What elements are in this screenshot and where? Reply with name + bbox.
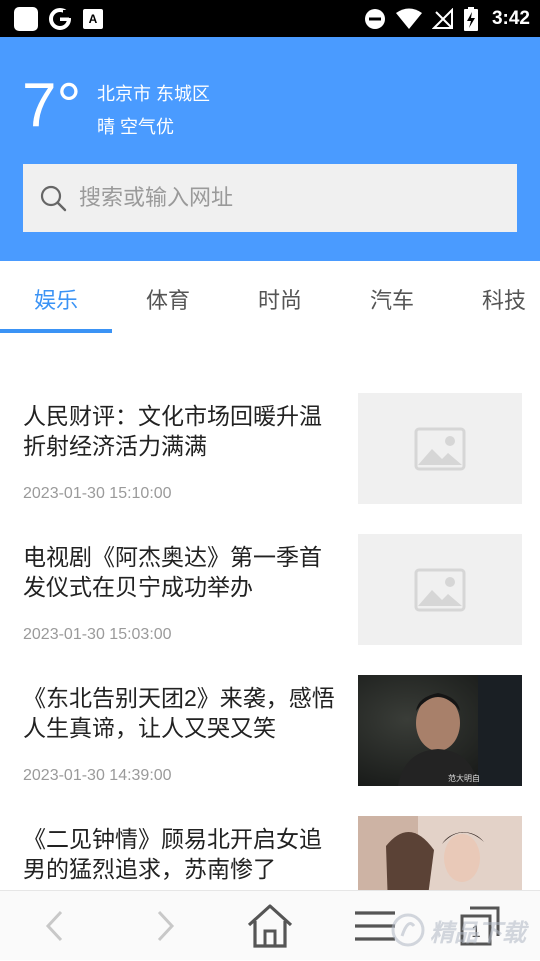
- keyboard-a-icon: A: [82, 8, 104, 30]
- status-time: 3:42: [491, 7, 530, 29]
- news-title: 电视剧《阿杰奥达》第一季首发仪式在贝宁成功举办: [23, 544, 322, 600]
- status-bar: A 3:42: [0, 0, 540, 37]
- news-title: 人民财评：文化市场回暖升温折射经济活力满满: [23, 403, 322, 459]
- tab-auto[interactable]: 汽车: [336, 283, 448, 315]
- search-icon: [40, 185, 67, 212]
- battery-charging-icon: [463, 6, 478, 31]
- news-title: 《二见钟情》顾易北开启女追男的猛烈追求，苏南惨了: [23, 826, 322, 882]
- home-icon: [247, 904, 293, 948]
- tab-tech[interactable]: 科技: [448, 283, 540, 315]
- news-time: 2023-01-30 15:10:00: [23, 485, 172, 502]
- tab-active-indicator: [0, 329, 112, 333]
- status-left-icons: A: [14, 6, 104, 31]
- search-input[interactable]: [77, 184, 497, 212]
- search-bar[interactable]: [23, 164, 517, 232]
- back-arrow-icon: [45, 910, 63, 942]
- app-square-icon: [14, 6, 38, 31]
- wifi-icon: [395, 8, 422, 30]
- google-g-icon: [48, 7, 72, 31]
- weather-header: 7° 北京市 东城区 晴 空气优: [0, 37, 540, 261]
- forward-button[interactable]: [120, 891, 210, 961]
- image-placeholder-icon: [414, 568, 466, 611]
- status-right-icons: 3:42: [364, 6, 530, 31]
- do-not-disturb-icon: [364, 8, 386, 30]
- tab-sports[interactable]: 体育: [112, 283, 224, 315]
- tab-entertainment[interactable]: 娱乐: [0, 283, 112, 315]
- svg-text:A: A: [89, 12, 98, 26]
- home-button[interactable]: [225, 891, 315, 961]
- news-item[interactable]: 电视剧《阿杰奥达》第一季首发仪式在贝宁成功举办 2023-01-30 15:03…: [0, 534, 540, 675]
- temperature[interactable]: 7°: [22, 75, 81, 137]
- news-thumbnail: [358, 534, 522, 645]
- news-time: 2023-01-30 14:39:00: [23, 767, 172, 784]
- back-button[interactable]: [10, 891, 100, 961]
- image-placeholder-icon: [414, 427, 466, 470]
- news-item[interactable]: 《东北告别天团2》来袭，感悟人生真谛，让人又哭又笑 2023-01-30 14:…: [0, 675, 540, 816]
- weather-label[interactable]: 晴 空气优: [97, 113, 174, 139]
- news-item[interactable]: 人民财评：文化市场回暖升温折射经济活力满满 2023-01-30 15:10:0…: [0, 393, 540, 534]
- category-tabs: 娱乐 体育 时尚 汽车 科技: [0, 261, 540, 333]
- news-time: 2023-01-30 15:03:00: [23, 626, 172, 643]
- news-thumbnail: [358, 393, 522, 504]
- tab-fashion[interactable]: 时尚: [224, 283, 336, 315]
- watermark-logo-icon: [391, 913, 425, 947]
- svg-text:范大明自: 范大明自: [448, 773, 480, 783]
- watermark: 精品下载: [390, 905, 540, 955]
- forward-arrow-icon: [157, 910, 175, 942]
- news-thumbnail-photo: 范大明自: [358, 675, 522, 786]
- photo-man-dark: 范大明自: [358, 675, 522, 786]
- watermark-text: 精品下载: [430, 919, 526, 947]
- news-title: 《东北告别天团2》来袭，感悟人生真谛，让人又哭又笑: [23, 685, 335, 741]
- location-label[interactable]: 北京市 东城区: [97, 80, 210, 106]
- no-signal-icon: [431, 7, 454, 30]
